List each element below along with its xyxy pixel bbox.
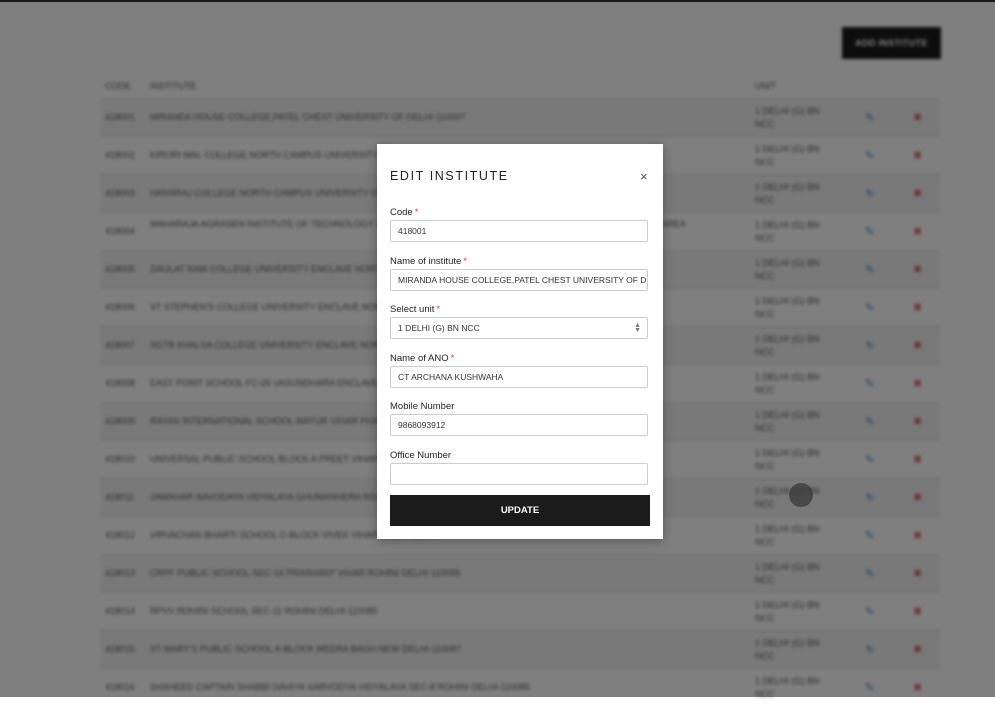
code-input[interactable]: 418001	[390, 220, 648, 242]
modal-title: EDIT INSTITUTE	[390, 169, 509, 183]
institute-input[interactable]: MIRANDA HOUSE COLLEGE,PATEL CHEST UNIVER…	[390, 269, 648, 291]
ano-label: Name of ANO *	[390, 353, 455, 364]
cursor-indicator	[789, 483, 813, 507]
unit-label: Select unit *	[390, 304, 441, 315]
unit-select[interactable]: 1 DELHI (G) BN NCC ▲ ▼	[390, 317, 648, 339]
edit-institute-modal: EDIT INSTITUTE × Code * 418001 Name of in…	[377, 144, 663, 539]
office-input[interactable]	[390, 463, 648, 485]
unit-select-value: 1 DELHI (G) BN NCC	[398, 323, 480, 333]
mobile-input[interactable]: 9868093912	[390, 414, 648, 436]
select-arrows-icon: ▲ ▼	[634, 322, 641, 334]
update-button[interactable]: UPDATE	[390, 495, 650, 526]
code-label: Code *	[390, 207, 419, 218]
close-icon[interactable]: ×	[640, 169, 648, 184]
mobile-label: Mobile Number	[390, 401, 455, 412]
ano-input[interactable]: CT ARCHANA KUSHWAHA	[390, 366, 648, 388]
office-label: Office Number	[390, 450, 452, 461]
institute-label: Name of institute *	[390, 256, 467, 267]
